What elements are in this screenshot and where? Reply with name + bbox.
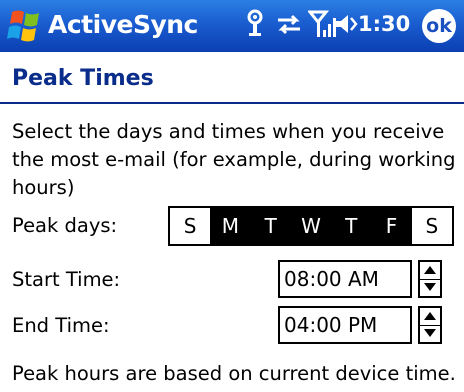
day-monday[interactable]: M (210, 208, 251, 244)
description-text: Select the days and times when you recei… (12, 120, 456, 199)
end-time-spinner (418, 306, 442, 344)
clock[interactable]: 1:30 (358, 12, 410, 36)
peak-days-selector: S M T W T F S (168, 206, 454, 246)
day-thursday[interactable]: T (331, 208, 372, 244)
app-title: ActiveSync (48, 10, 198, 39)
header-divider (0, 102, 464, 104)
start-time-down-arrow-icon[interactable] (420, 279, 440, 296)
day-tuesday[interactable]: T (250, 208, 291, 244)
ok-button[interactable]: ok (422, 9, 456, 43)
end-time-up-arrow-icon[interactable] (420, 308, 440, 326)
signal-strength-icon[interactable] (306, 8, 336, 46)
day-sunday[interactable]: S (170, 208, 211, 244)
connectivity-icon[interactable] (244, 8, 266, 44)
peak-days-label: Peak days: (12, 214, 118, 237)
end-time-label: End Time: (12, 314, 110, 337)
sync-arrows-icon[interactable] (274, 8, 304, 44)
start-time-spinner (418, 260, 442, 298)
page-title: Peak Times (12, 66, 154, 91)
start-time-field[interactable]: 08:00 AM (278, 260, 412, 298)
volume-icon[interactable] (334, 8, 358, 44)
start-time-label: Start Time: (12, 268, 121, 291)
start-time-up-arrow-icon[interactable] (420, 262, 440, 280)
day-saturday[interactable]: S (411, 208, 452, 244)
title-bar: ActiveSync 1:30 ok (0, 0, 464, 52)
end-time-down-arrow-icon[interactable] (420, 325, 440, 342)
end-time-field[interactable]: 04:00 PM (278, 306, 412, 344)
footnote-text: Peak hours are based on current device t… (12, 362, 456, 385)
day-wednesday[interactable]: W (290, 208, 332, 244)
windows-start-icon[interactable] (6, 8, 44, 44)
day-friday[interactable]: F (371, 208, 412, 244)
